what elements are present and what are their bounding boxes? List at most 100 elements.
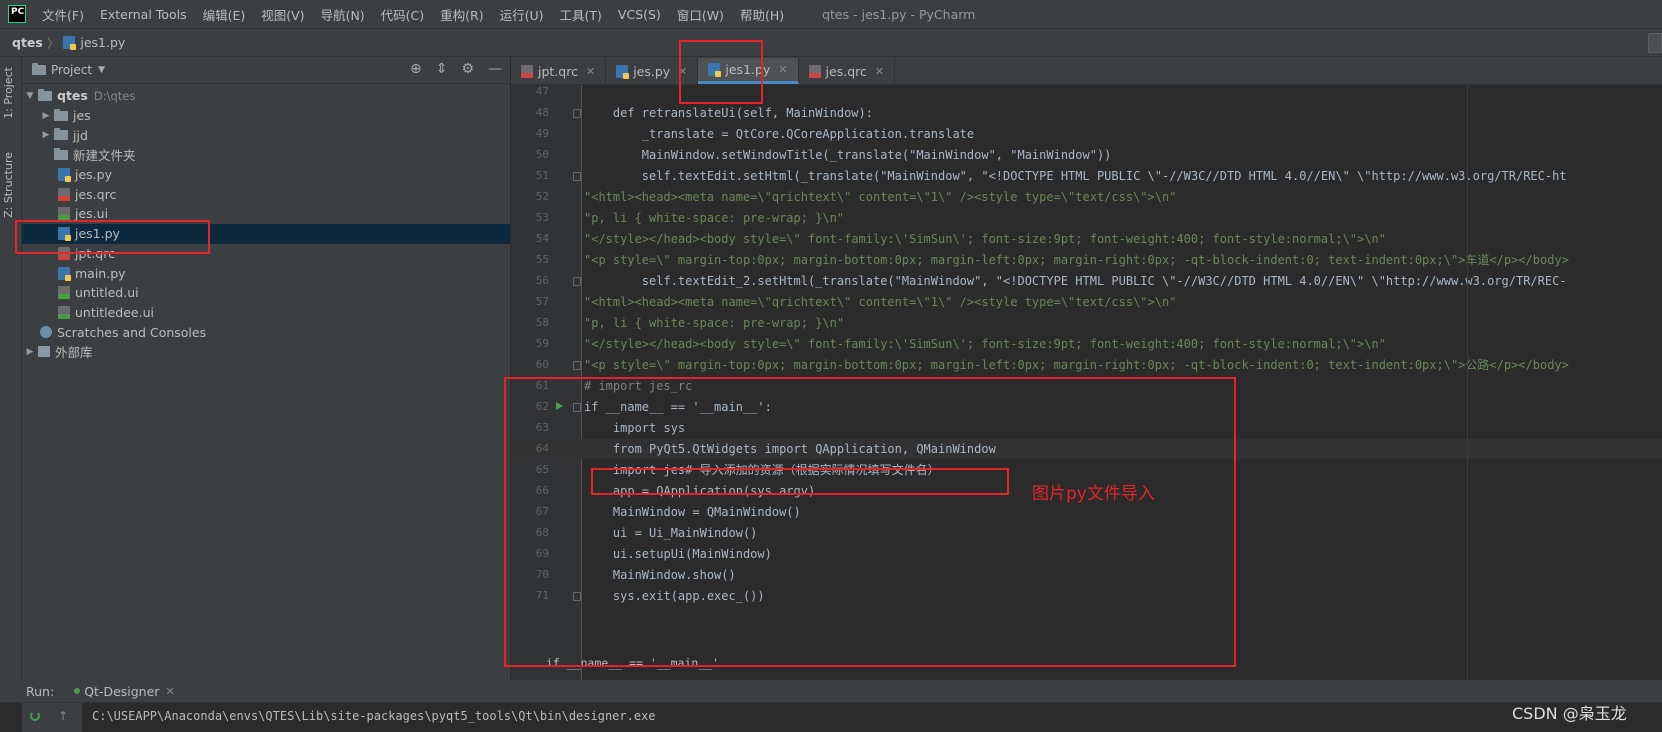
menu-view[interactable]: 视图(V)	[253, 5, 312, 24]
tree-item[interactable]: untitled.ui	[22, 283, 510, 303]
line-number: 54	[535, 232, 549, 245]
tab-jpt-qrc[interactable]: jpt.qrc ✕	[511, 58, 607, 84]
close-icon[interactable]: ✕	[586, 65, 595, 78]
code-line[interactable]: 55 "<p style=\" margin-top:0px; margin-bo…	[511, 250, 1662, 270]
code-line[interactable]: 48 def retranslateUi(self, MainWindow):	[511, 103, 1662, 123]
line-number: 52	[535, 190, 549, 203]
menu-navigate[interactable]: 导航(N)	[313, 5, 373, 24]
menu-refactor[interactable]: 重构(R)	[432, 5, 491, 24]
code-line[interactable]: 58 "p, li { white-space: pre-wrap; }\n"	[511, 313, 1662, 333]
project-panel-title[interactable]: Project	[51, 63, 92, 77]
running-dot-icon	[74, 688, 81, 694]
arrow-up-icon[interactable]: ↑	[58, 709, 68, 723]
breadcrumb-file[interactable]: jes1.py	[80, 35, 125, 50]
tree-item[interactable]: untitledee.ui	[22, 303, 510, 323]
tree-item-external-libs[interactable]: ▶ 外部库	[22, 342, 510, 362]
chevron-down-icon[interactable]: ▼	[98, 65, 105, 75]
left-tool-strip: 1: Project Z: Structure	[0, 57, 22, 680]
highlight-box-active-tab	[679, 40, 763, 104]
code-text: "</style></head><body style=\" font-fami…	[584, 232, 1386, 246]
tree-root[interactable]: ▼ qtes D:\qtes	[22, 86, 510, 106]
window-title: qtes - jes1.py - PyCharm	[822, 6, 976, 22]
code-text: "p, li { white-space: pre-wrap; }\n"	[584, 211, 845, 225]
tree-item[interactable]: main.py	[22, 263, 510, 283]
menu-help[interactable]: 帮助(H)	[732, 5, 792, 24]
menu-run[interactable]: 运行(U)	[492, 5, 552, 24]
close-icon[interactable]: ✕	[778, 63, 787, 76]
python-file-icon	[58, 168, 71, 183]
locate-icon[interactable]: ⊕	[410, 61, 422, 77]
code-line[interactable]: 54 "</style></head><body style=\" font-fa…	[511, 229, 1662, 249]
tab-label: jes.py	[633, 63, 671, 79]
console[interactable]: ↑ C:\USEAPP\Anaconda\envs\QTES\Lib\site-…	[0, 703, 1662, 732]
tree-item-label: jjd	[73, 127, 88, 143]
code-text: _translate = QtCore.QCoreApplication.tra…	[584, 127, 975, 141]
line-number: 50	[535, 148, 549, 161]
line-number: 51	[535, 169, 549, 182]
line-number: 58	[535, 316, 549, 329]
code-text: "<html><head><meta name=\"qrichtext\" co…	[584, 190, 1177, 204]
code-text: self.textEdit_2.setHtml(_translate("Main…	[584, 274, 1567, 288]
code-line[interactable]: 57 "<html><head><meta name=\"qrichtext\" …	[511, 292, 1662, 312]
code-line[interactable]: 56 self.textEdit_2.setHtml(_translate("M…	[511, 271, 1662, 291]
tree-item-label: untitledee.ui	[75, 304, 154, 320]
nav-toolbar-edge[interactable]	[1648, 33, 1662, 53]
collapsed-arrow-icon[interactable]: ▶	[38, 130, 54, 140]
menu-bar: PC 文件(F) External Tools 编辑(E) 视图(V) 导航(N…	[0, 0, 1662, 29]
code-line[interactable]: 60 "<p style=\" margin-top:0px; margin-bo…	[511, 355, 1662, 375]
line-number: 49	[535, 127, 549, 140]
collapsed-arrow-icon[interactable]: ▶	[22, 347, 38, 357]
code-text: MainWindow.setWindowTitle(_translate("Ma…	[584, 148, 1112, 162]
close-icon[interactable]: ✕	[165, 685, 174, 698]
tree-item[interactable]: ▶ jes	[22, 106, 510, 126]
tree-item[interactable]: jes.py	[22, 165, 510, 185]
folder-icon	[54, 128, 68, 141]
line-number: 48	[535, 106, 549, 119]
collapsed-arrow-icon[interactable]: ▶	[38, 111, 54, 121]
menu-file[interactable]: 文件(F)	[34, 5, 92, 24]
highlight-box-import-line	[591, 468, 1009, 495]
code-text: "</style></head><body style=\" font-fami…	[584, 337, 1386, 351]
tree-item[interactable]: 新建文件夹	[22, 145, 510, 165]
python-file-icon	[63, 36, 77, 50]
menu-vcs[interactable]: VCS(S)	[610, 7, 669, 22]
pycharm-logo-icon: PC	[8, 5, 26, 23]
menu-window[interactable]: 窗口(W)	[669, 5, 732, 24]
side-tab-structure[interactable]: Z: Structure	[2, 152, 15, 218]
menu-code[interactable]: 代码(C)	[373, 5, 432, 24]
code-text: "<html><head><meta name=\"qrichtext\" co…	[584, 295, 1177, 309]
tree-item-label: jes.qrc	[75, 186, 117, 202]
minimize-icon[interactable]: —	[488, 61, 502, 77]
fold-icon[interactable]	[573, 277, 581, 286]
menu-external-tools[interactable]: External Tools	[92, 7, 195, 22]
fold-icon[interactable]	[573, 361, 581, 370]
gear-icon[interactable]: ⚙	[461, 61, 474, 77]
project-panel: Project ▼ ⊕ ⇕ ⚙ — ▼ qtes D:\qtes ▶ jes ▶…	[22, 57, 510, 680]
code-line[interactable]: 52 "<html><head><meta name=\"qrichtext\" …	[511, 187, 1662, 207]
rerun-icon[interactable]	[30, 711, 40, 721]
code-line[interactable]: 49 _translate = QtCore.QCoreApplication.…	[511, 124, 1662, 144]
tree-item-scratches[interactable]: Scratches and Consoles	[22, 322, 510, 342]
fold-icon[interactable]	[573, 172, 581, 181]
fold-icon[interactable]	[573, 109, 581, 118]
run-panel-header: Run: Qt-Designer ✕	[0, 680, 1662, 703]
code-line[interactable]: 53 "p, li { white-space: pre-wrap; }\n"	[511, 208, 1662, 228]
tree-item[interactable]: ▶ jjd	[22, 125, 510, 145]
tree-item-label: Scratches and Consoles	[57, 324, 207, 340]
code-line[interactable]: 51 self.textEdit.setHtml(_translate("Mai…	[511, 166, 1662, 186]
menu-tools[interactable]: 工具(T)	[552, 5, 610, 24]
expanded-arrow-icon[interactable]: ▼	[22, 91, 38, 101]
qrc-file-icon	[58, 187, 70, 201]
tree-item[interactable]: jes.qrc	[22, 184, 510, 204]
collapse-all-icon[interactable]: ⇕	[436, 61, 448, 77]
tab-jes-qrc[interactable]: jes.qrc ✕	[799, 58, 896, 84]
menu-edit[interactable]: 编辑(E)	[195, 5, 254, 24]
code-line[interactable]: 50 MainWindow.setWindowTitle(_translate(…	[511, 145, 1662, 165]
close-icon[interactable]: ✕	[875, 65, 884, 78]
run-tab-qt-designer[interactable]: Qt-Designer ✕	[74, 684, 175, 699]
breadcrumb-project[interactable]: qtes	[12, 35, 43, 50]
code-line[interactable]: 59 "</style></head><body style=\" font-fa…	[511, 334, 1662, 354]
right-margin-guide	[1467, 85, 1468, 680]
side-tab-project[interactable]: 1: Project	[2, 67, 15, 119]
tree-root-name: qtes	[57, 88, 88, 104]
